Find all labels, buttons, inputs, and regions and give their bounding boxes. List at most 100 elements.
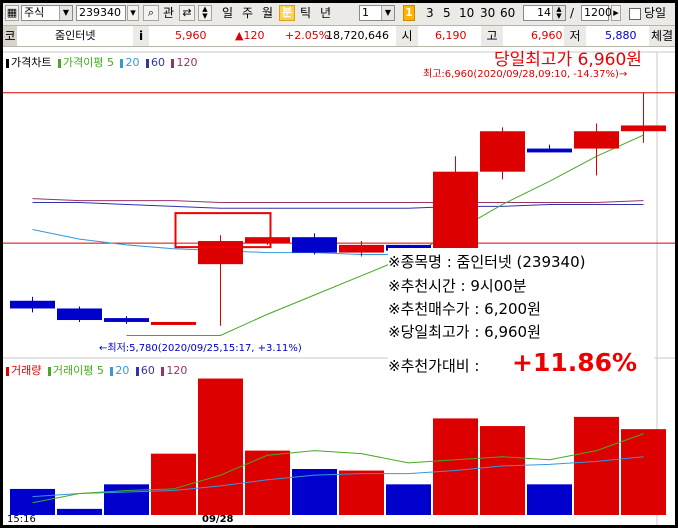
candle-body [574, 131, 619, 149]
watch-button[interactable]: 관 [163, 6, 174, 20]
legend-swatch-volume [6, 366, 9, 376]
chevron-down-icon[interactable]: ▼ [381, 6, 394, 20]
period-minute-button[interactable]: 분 [279, 5, 295, 21]
legend-swatch-ma120 [171, 58, 175, 68]
count-value: 14 [537, 6, 551, 19]
candle-body [57, 308, 102, 321]
volume-bar [339, 470, 384, 515]
chart-menu-icon[interactable]: ▦ [5, 5, 19, 21]
price-change: ▲120 [235, 29, 265, 42]
low-marker-label: ←최저:5,780(2020/09/25,15:17, +3.11%) [99, 343, 302, 354]
open-value: 6,190 [435, 29, 467, 42]
rec-compare-value: +11.86% [512, 348, 638, 377]
period-month-button[interactable]: 월 [262, 6, 273, 20]
legend-volume-ma5: 거래이평 5 [52, 364, 104, 377]
trade-volume: 18,720,646 [326, 29, 389, 42]
legend-price-ma60: 60 [150, 56, 165, 69]
legend-swatch-price [6, 58, 9, 68]
volume-bar [245, 450, 290, 515]
legend-volume-ma120: 120 [166, 364, 188, 377]
period-day-button[interactable]: 일 [222, 6, 233, 20]
day-high-banner: 당일최고가 6,960원 [494, 50, 642, 70]
candle-body [527, 148, 572, 153]
count-input[interactable]: 14 ▲ ▼ [523, 5, 566, 21]
market-type-select[interactable]: 주식 ▼ [21, 5, 73, 21]
rec-day-high: ※당일최고가 : 6,960원 [388, 323, 541, 341]
legend-price-ma5: 가격이평 5 [62, 56, 114, 69]
legend-price-ma20: 20 [125, 56, 140, 69]
rec-buy-price: ※추천매수가 : 6,200원 [388, 300, 541, 318]
volume-bar [57, 508, 102, 515]
chart-window: ▦ 주식 ▼ 239340 ▾ ⌕ 관 ⇄ ▲ ▼ 일 주 월 분 틱 년 1 ▼… [0, 0, 678, 528]
rec-stock-name: ※종목명 : 줌인터넷 (239340) [388, 253, 586, 271]
price-legend: 가격차트 가격이평 5 20 60 120 [6, 56, 197, 70]
chevron-down-icon[interactable]: ▼ [59, 6, 72, 20]
stock-code-value: 239340 [79, 6, 121, 19]
total-count-input[interactable]: 1200 [581, 5, 612, 21]
low-value: 5,880 [605, 29, 637, 42]
minute-3-button[interactable]: 3 [426, 6, 434, 20]
candle-body [480, 131, 525, 172]
high-label: 고 [481, 26, 503, 46]
ma60-line [32, 202, 644, 209]
toolbar: ▦ 주식 ▼ 239340 ▾ ⌕ 관 ⇄ ▲ ▼ 일 주 월 분 틱 년 1 ▼… [3, 3, 675, 26]
legend-price-ma120: 120 [176, 56, 198, 69]
market-type-value: 주식 [24, 6, 45, 19]
minute-1-button[interactable]: 1 [403, 5, 415, 21]
count-spin-icon[interactable]: ▲ ▼ [552, 6, 565, 20]
legend-volume-ma20: 20 [115, 364, 130, 377]
minute-10-button[interactable]: 10 [459, 6, 474, 20]
period-year-button[interactable]: 년 [320, 6, 331, 20]
stock-name: 줌인터넷 [55, 29, 96, 42]
candle-body [339, 244, 384, 253]
legend-volume-title: 거래량 [11, 364, 42, 377]
day-checkbox-label: 당일 [644, 6, 667, 20]
minute-30-button[interactable]: 30 [480, 6, 495, 20]
candle-body [198, 241, 243, 265]
high-value: 6,960 [531, 29, 563, 42]
interval-select[interactable]: 1 ▼ [359, 5, 395, 21]
candle-body [621, 125, 666, 132]
stock-code-input[interactable]: 239340 [76, 5, 126, 21]
minute-5-button[interactable]: 5 [443, 6, 451, 20]
volume-bar [386, 484, 431, 515]
volume-bar [104, 484, 149, 515]
info-icon[interactable]: i [133, 26, 149, 46]
legend-swatch-ma5 [57, 58, 61, 68]
extra-label: 체결 [649, 26, 675, 46]
legend-volume-ma60: 60 [140, 364, 155, 377]
candle-body [10, 300, 55, 309]
volume-legend: 거래량 거래이평 5 20 60 120 [6, 364, 187, 378]
low-label: 저 [564, 26, 586, 46]
candle-body [433, 171, 478, 251]
period-tick-button[interactable]: 틱 [300, 6, 311, 20]
x-axis-label-start: 15:16 [7, 514, 36, 525]
legend-swatch-vol-ma5 [47, 366, 51, 376]
minute-60-button[interactable]: 60 [500, 6, 515, 20]
rec-time: ※추천시간 : 9시00분 [388, 277, 527, 295]
volume-bar [198, 378, 243, 515]
spin-updown-icon[interactable]: ▲ ▼ [198, 5, 212, 21]
legend-swatch-ma60 [145, 58, 149, 68]
search-icon[interactable]: ⌕ [143, 5, 159, 21]
volume-bar [621, 429, 666, 515]
candle-body [151, 321, 196, 325]
high-marker-label: 최고:6,960(2020/09/28,09:10, -14.37%)→ [423, 69, 628, 80]
recommendation-box: ※종목명 : 줌인터넷 (239340) ※추천시간 : 9시00분 ※추천매수… [388, 248, 654, 388]
legend-swatch-vol-ma20 [110, 366, 114, 376]
code-dropdown-button[interactable]: ▾ [127, 5, 139, 21]
price-change-pct: +2.05% [285, 29, 330, 42]
interval-value: 1 [362, 6, 369, 19]
rec-compare-label: ※추천가대비 : [388, 357, 480, 375]
volume-bar [574, 416, 619, 515]
legend-swatch-vol-ma120 [161, 366, 165, 376]
current-price: 5,960 [175, 29, 207, 42]
candle-body [104, 318, 149, 322]
total-dropdown-button[interactable]: ▸ [611, 5, 621, 21]
legend-price-title: 가격차트 [11, 56, 52, 69]
volume-bar [292, 469, 337, 515]
prev-next-icon[interactable]: ⇄ [179, 5, 195, 21]
day-checkbox[interactable] [629, 8, 641, 20]
open-label: 시 [396, 26, 418, 46]
period-week-button[interactable]: 주 [242, 6, 253, 20]
